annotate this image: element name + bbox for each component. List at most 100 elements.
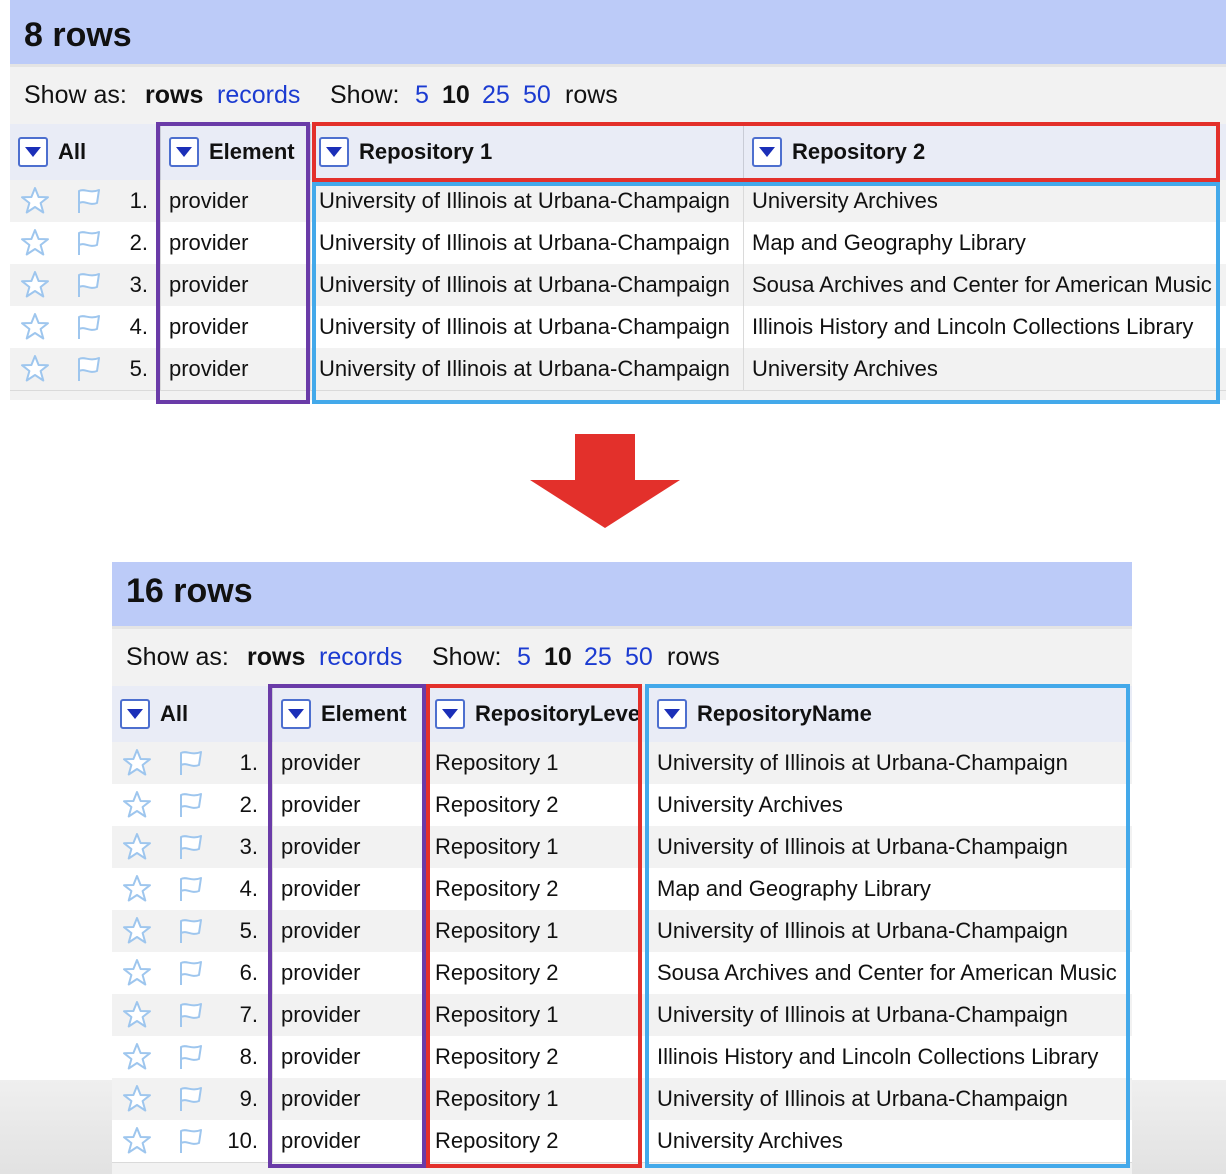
column-header-repository-2[interactable]: Repository 2 bbox=[743, 124, 1226, 180]
dropdown-arrow-icon[interactable] bbox=[319, 137, 349, 167]
repository-2-cell: Sousa Archives and Center for American M… bbox=[743, 264, 1226, 306]
dropdown-arrow-icon[interactable] bbox=[120, 699, 150, 729]
row-number: 5. bbox=[129, 356, 148, 381]
repository-level-cell: Repository 2 bbox=[426, 1036, 648, 1078]
star-icon[interactable] bbox=[121, 1041, 153, 1073]
table-row: 10. provider Repository 2 University Archiv… bbox=[112, 1120, 1132, 1163]
table-row: 8. provider Repository 2 Illinois History a… bbox=[112, 1036, 1132, 1079]
page-size-50-link[interactable]: 50 bbox=[625, 643, 653, 672]
table-row: 1. provider University of Illinois at Urba… bbox=[10, 180, 1226, 223]
element-cell: provider bbox=[160, 264, 310, 306]
element-cell: provider bbox=[160, 348, 310, 390]
flag-icon[interactable] bbox=[175, 831, 207, 863]
repository-name-cell: University Archives bbox=[648, 784, 1132, 826]
dropdown-arrow-icon[interactable] bbox=[18, 137, 48, 167]
records-mode-link[interactable]: records bbox=[319, 643, 402, 672]
repository-name-cell: Illinois History and Lincoln Collections… bbox=[648, 1036, 1132, 1078]
flag-icon[interactable] bbox=[175, 1041, 207, 1073]
dropdown-arrow-icon[interactable] bbox=[169, 137, 199, 167]
page-size-10-current: 10 bbox=[544, 643, 572, 671]
flag-icon[interactable] bbox=[175, 1125, 207, 1157]
rows-suffix: rows bbox=[565, 81, 618, 109]
rows-mode-current: rows bbox=[145, 81, 204, 109]
table-row: 3. provider Repository 1 University of Illi… bbox=[112, 826, 1132, 869]
flag-icon[interactable] bbox=[175, 957, 207, 989]
column-header-element[interactable]: Element bbox=[160, 124, 307, 180]
flag-icon[interactable] bbox=[73, 311, 105, 343]
element-cell: provider bbox=[160, 306, 310, 348]
star-icon[interactable] bbox=[121, 831, 153, 863]
star-icon[interactable] bbox=[121, 999, 153, 1031]
dropdown-arrow-icon[interactable] bbox=[435, 699, 465, 729]
star-icon[interactable] bbox=[121, 789, 153, 821]
star-icon[interactable] bbox=[19, 269, 51, 301]
repository-level-cell: Repository 2 bbox=[426, 952, 648, 994]
star-icon[interactable] bbox=[19, 353, 51, 385]
element-cell: provider bbox=[272, 994, 426, 1036]
records-mode-link[interactable]: records bbox=[217, 81, 300, 110]
star-icon[interactable] bbox=[19, 311, 51, 343]
column-header-all[interactable]: All bbox=[112, 686, 266, 742]
dropdown-arrow-icon[interactable] bbox=[281, 699, 311, 729]
flag-icon[interactable] bbox=[175, 789, 207, 821]
flag-icon[interactable] bbox=[175, 1083, 207, 1115]
repository-level-cell: Repository 2 bbox=[426, 784, 648, 826]
star-icon[interactable] bbox=[19, 185, 51, 217]
flag-icon[interactable] bbox=[73, 269, 105, 301]
before-grid-panel: 8 rows Show as: rows records Show: 5 10 … bbox=[10, 0, 1226, 400]
flag-icon[interactable] bbox=[73, 353, 105, 385]
show-label: Show: bbox=[330, 81, 400, 109]
page-size-50-link[interactable]: 50 bbox=[523, 81, 551, 110]
flag-icon[interactable] bbox=[175, 915, 207, 947]
table-row: 3. provider University of Illinois at Urba… bbox=[10, 264, 1226, 307]
repository-2-cell: University Archives bbox=[743, 180, 1226, 222]
element-cell: provider bbox=[272, 826, 426, 868]
star-icon[interactable] bbox=[121, 957, 153, 989]
flag-icon[interactable] bbox=[175, 747, 207, 779]
column-label: All bbox=[160, 701, 189, 726]
row-number: 2. bbox=[239, 792, 258, 817]
column-header-all[interactable]: All bbox=[10, 124, 156, 180]
show-label: Show: bbox=[432, 643, 502, 671]
element-cell: provider bbox=[160, 222, 310, 264]
page-size-25-link[interactable]: 25 bbox=[584, 643, 612, 672]
table-row: 1. provider Repository 1 University of Illi… bbox=[112, 742, 1132, 785]
page-size-5-link[interactable]: 5 bbox=[415, 81, 429, 110]
repository-name-cell: University of Illinois at Urbana-Champai… bbox=[648, 994, 1132, 1036]
row-number: 10. bbox=[227, 1128, 258, 1153]
row-number: 1. bbox=[239, 750, 258, 775]
dropdown-arrow-icon[interactable] bbox=[657, 699, 687, 729]
column-header-repository-1[interactable]: Repository 1 bbox=[310, 124, 743, 180]
column-header-element[interactable]: Element bbox=[272, 686, 423, 742]
flag-icon[interactable] bbox=[175, 999, 207, 1031]
row-number: 9. bbox=[239, 1086, 258, 1111]
repository-name-cell: University of Illinois at Urbana-Champai… bbox=[648, 910, 1132, 952]
star-icon[interactable] bbox=[19, 227, 51, 259]
row-count-bar: 16 rows bbox=[112, 562, 1132, 626]
row-number: 3. bbox=[129, 272, 148, 297]
page-size-5-link[interactable]: 5 bbox=[517, 643, 531, 672]
repository-name-cell: Map and Geography Library bbox=[648, 868, 1132, 910]
flag-icon[interactable] bbox=[73, 185, 105, 217]
row-number: 4. bbox=[239, 876, 258, 901]
show-as-label: Show as: bbox=[24, 81, 127, 109]
star-icon[interactable] bbox=[121, 747, 153, 779]
repository-name-cell: University of Illinois at Urbana-Champai… bbox=[648, 1078, 1132, 1120]
column-header-repository-name[interactable]: RepositoryName bbox=[648, 686, 1132, 742]
row-number: 5. bbox=[239, 918, 258, 943]
repository-2-cell: University Archives bbox=[743, 348, 1226, 390]
flag-icon[interactable] bbox=[175, 873, 207, 905]
star-icon[interactable] bbox=[121, 1083, 153, 1115]
repository-name-cell: University Archives bbox=[648, 1120, 1132, 1162]
flag-icon[interactable] bbox=[73, 227, 105, 259]
repository-level-cell: Repository 1 bbox=[426, 826, 648, 868]
star-icon[interactable] bbox=[121, 1125, 153, 1157]
page-size-25-link[interactable]: 25 bbox=[482, 81, 510, 110]
star-icon[interactable] bbox=[121, 915, 153, 947]
repository-1-cell: University of Illinois at Urbana-Champai… bbox=[310, 348, 743, 390]
column-header-repository-level[interactable]: RepositoryLeve bbox=[426, 686, 641, 742]
star-icon[interactable] bbox=[121, 873, 153, 905]
repository-level-cell: Repository 1 bbox=[426, 910, 648, 952]
dropdown-arrow-icon[interactable] bbox=[752, 137, 782, 167]
repository-1-cell: University of Illinois at Urbana-Champai… bbox=[310, 306, 743, 348]
